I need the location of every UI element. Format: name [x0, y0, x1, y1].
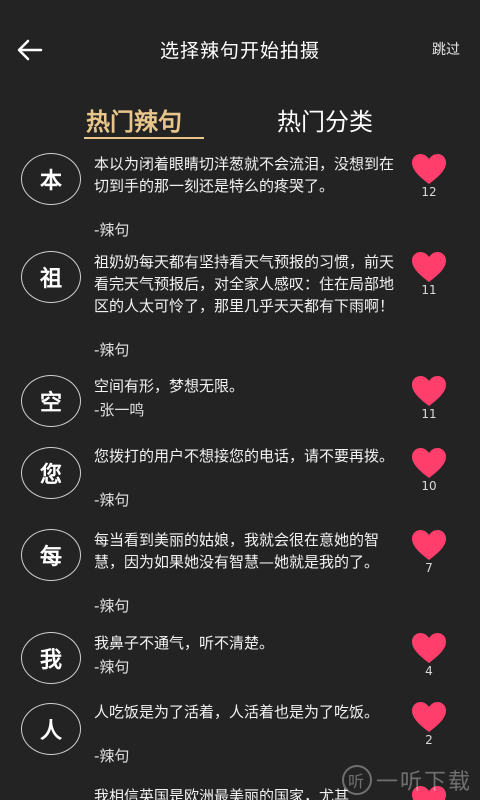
- like-button[interactable]: 11: [410, 251, 448, 297]
- like-button[interactable]: 10: [410, 447, 448, 493]
- avatar: 空: [21, 375, 81, 427]
- like-count: 11: [421, 283, 437, 297]
- sentence-text: 本以为闭着眼睛切洋葱就不会流泪，没想到在切到手的那一刻还是特么的疼哭了。: [94, 155, 395, 195]
- page-title: 选择辣句开始拍摄: [159, 40, 320, 62]
- listen-logo-icon: 听: [341, 765, 372, 795]
- avatar: 人: [21, 703, 81, 755]
- like-count: 4: [425, 664, 433, 678]
- like-button[interactable]: 11: [410, 375, 448, 421]
- like-count: 12: [421, 185, 437, 199]
- watermark-text: 一听下载: [375, 770, 472, 795]
- active-tab-indicator: [84, 137, 204, 139]
- tab-hot-sentences[interactable]: 热门辣句: [86, 102, 182, 137]
- like-count: 2: [425, 733, 433, 747]
- skip-button[interactable]: 跳过: [432, 39, 460, 59]
- avatar: 祖: [21, 251, 81, 303]
- avatar: 我: [21, 632, 81, 684]
- top-bar: 选择辣句开始拍摄 跳过: [0, 0, 480, 96]
- tab-hot-categories[interactable]: 热门分类: [277, 102, 373, 137]
- sentence-source: -辣句: [94, 221, 130, 239]
- sentence-source: -辣句: [94, 341, 130, 359]
- like-count: 10: [421, 479, 437, 493]
- sentence-source: -辣句: [94, 491, 130, 509]
- heart-icon: [412, 252, 446, 282]
- sentence-text: 人吃饭是为了活着，人活着也是为了吃饭。: [94, 703, 380, 721]
- heart-icon: [412, 448, 446, 478]
- sentence-text: 我鼻子不通气，听不清楚。: [94, 634, 275, 652]
- sentence-text: 空间有形，梦想无限。: [94, 377, 245, 395]
- like-count: 7: [425, 561, 433, 575]
- heart-icon: [412, 154, 446, 184]
- heart-icon: [412, 530, 446, 560]
- heart-icon: [412, 702, 446, 732]
- sentence-source: -辣句: [94, 747, 130, 765]
- sentence-source: -张一鸣: [94, 401, 145, 419]
- sentence-text: 祖奶奶每天都有坚持看天气预报的习惯，前天看完天气预报后，对全家人感叹：住在局部地…: [94, 253, 395, 315]
- heart-icon: [412, 633, 446, 663]
- tab-bar: 热门辣句 热门分类: [0, 96, 480, 144]
- avatar: 本: [21, 153, 81, 205]
- sentence-source: -辣句: [94, 658, 130, 676]
- like-button[interactable]: 4: [410, 632, 448, 678]
- like-button[interactable]: 7: [410, 529, 448, 575]
- sentence-source: -辣句: [94, 597, 130, 615]
- avatar: 您: [21, 447, 81, 499]
- sentence-text: 每当看到美丽的姑娘，我就会很在意她的智慧，因为如果她没有智慧—她就是我的了。: [94, 531, 380, 571]
- heart-icon: [412, 376, 446, 406]
- watermark: 听 一听下载: [341, 764, 472, 796]
- like-button[interactable]: 12: [410, 153, 448, 199]
- sentence-text: 您拨打的用户不想接您的电话，请不要再拨。: [94, 447, 395, 465]
- avatar: 每: [21, 529, 81, 581]
- like-button[interactable]: 2: [410, 701, 448, 747]
- like-count: 11: [421, 407, 437, 421]
